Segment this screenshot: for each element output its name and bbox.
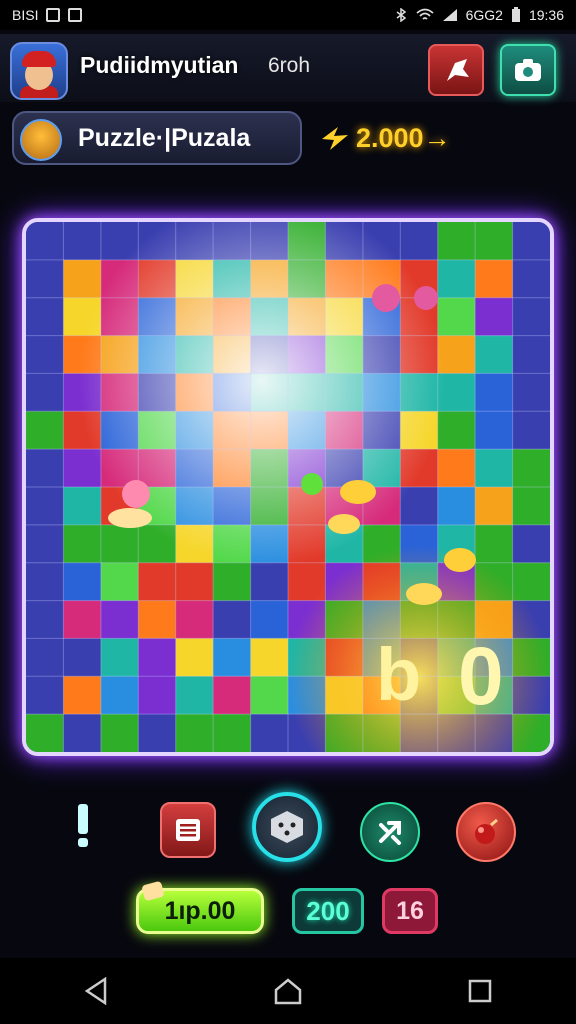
notification-icon-2 xyxy=(68,8,83,22)
coin-value: 2.000→ xyxy=(356,122,451,153)
recents-icon xyxy=(468,979,492,1003)
player-avatar[interactable] xyxy=(10,42,68,100)
shuffle-button[interactable] xyxy=(360,802,420,862)
back-button[interactable] xyxy=(66,966,126,1016)
clock: 19:36 xyxy=(528,7,564,23)
level-counter: 16 xyxy=(382,888,438,934)
coin-counter: 2.000→ xyxy=(318,118,451,158)
system-nav-bar xyxy=(0,958,576,1024)
status-bar: BISI 6GG2 19:36 xyxy=(0,0,576,30)
status-right: 6GG2 19:36 xyxy=(394,7,564,23)
score-display: 1ıp.00 xyxy=(136,880,264,934)
bomb-button[interactable] xyxy=(456,802,516,862)
recents-button[interactable] xyxy=(450,966,510,1016)
score-value: 1ıp.00 xyxy=(164,896,236,925)
puzzle-grid[interactable]: b 0 xyxy=(26,222,550,752)
board-overlay-right: 0 xyxy=(458,631,504,722)
puzzle-title: Puzzle·|Puzala xyxy=(78,124,251,152)
notification-icon xyxy=(46,8,61,22)
carrier-label: 6GG2 xyxy=(465,7,503,23)
puzzle-mascot-icon xyxy=(20,119,62,161)
menu-button[interactable] xyxy=(160,802,216,858)
list-icon xyxy=(176,819,200,841)
player-subtitle: 6roh xyxy=(268,54,311,77)
shuffle-icon xyxy=(379,821,401,845)
camera-icon xyxy=(515,59,541,81)
moves-counter: 200 xyxy=(292,888,364,934)
status-left: BISI xyxy=(12,7,83,23)
level-value: 16 xyxy=(396,896,424,925)
status-left-text: BISI xyxy=(12,7,39,23)
home-button[interactable] xyxy=(258,966,318,1016)
character-sprite-2[interactable] xyxy=(301,473,323,495)
battery-icon xyxy=(511,7,520,22)
home-icon xyxy=(274,978,302,1005)
hint-button[interactable] xyxy=(66,800,100,852)
bluetooth-icon xyxy=(396,8,406,22)
back-icon xyxy=(84,977,107,1005)
dice-icon xyxy=(271,811,303,843)
bomb-icon xyxy=(475,818,498,844)
puzzle-board[interactable]: b 0 xyxy=(22,218,554,756)
gem-icon xyxy=(141,880,165,902)
alert-flag-icon xyxy=(447,59,469,81)
player-name: Pudiidmyutian xyxy=(80,52,239,78)
avatar-cap xyxy=(22,51,56,67)
puzzle-title-bar[interactable]: Puzzle·|Puzala xyxy=(12,111,302,165)
header-bar: Pudiidmyutian 6roh xyxy=(0,34,576,102)
dice-button[interactable] xyxy=(252,792,322,862)
exclamation-icon xyxy=(78,804,88,847)
alert-button[interactable] xyxy=(428,44,484,96)
lightning-coin-icon xyxy=(322,127,348,150)
board-overlay-left: b xyxy=(376,633,421,716)
signal-icon xyxy=(442,9,457,21)
moves-value: 200 xyxy=(306,895,350,926)
wifi-icon xyxy=(416,8,434,20)
camera-button[interactable] xyxy=(500,44,556,96)
